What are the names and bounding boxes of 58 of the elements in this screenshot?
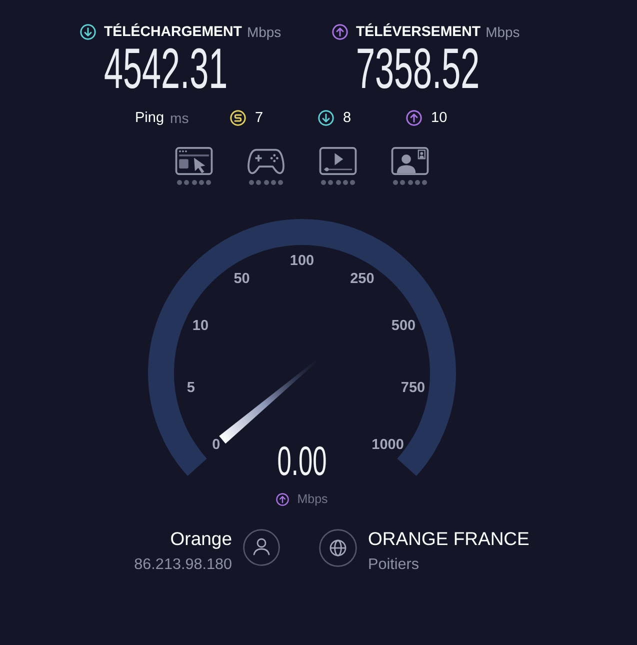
rating-dot <box>278 180 284 185</box>
gauge-tick-label: 1000 <box>372 436 404 453</box>
ping-unit: ms <box>170 110 189 126</box>
rating-dot <box>248 180 254 185</box>
rating-dot <box>336 180 340 185</box>
rating-dot <box>270 180 276 185</box>
rating-dot <box>206 180 212 185</box>
speed-value: 4542.31 <box>104 41 228 97</box>
gauge-tick-label: 5 <box>186 380 195 396</box>
rating-dot <box>198 180 204 185</box>
rating-dot <box>192 180 196 185</box>
rating-dot <box>342 180 348 185</box>
rating-dot <box>422 180 428 185</box>
rating-dot <box>264 180 268 185</box>
rating-dot <box>408 180 412 185</box>
globe-icon <box>319 529 357 567</box>
gauge-tick-label: 500 <box>391 318 416 334</box>
ping-value: 10 <box>431 110 448 126</box>
rating-dot <box>184 180 190 185</box>
video-player-icon <box>319 147 357 175</box>
ping-value: 8 <box>343 110 352 126</box>
ping-label: Ping <box>135 110 164 126</box>
rating-dot <box>256 180 262 185</box>
result-label: TÉLÉVERSEMENT <box>356 24 481 40</box>
ping-icon <box>230 110 246 126</box>
server-location: Poitiers <box>368 556 420 574</box>
server-name: ORANGE FRANCE <box>368 529 530 549</box>
gauge-unit: Mbps <box>297 492 328 506</box>
arrow-up-circle-icon <box>406 110 422 126</box>
speed-value: 7358.52 <box>356 41 480 97</box>
browser-cursor-icon <box>175 147 213 175</box>
ping-value: 7 <box>255 110 264 126</box>
video-call-icon <box>391 147 429 175</box>
gauge-reading: 0.00 <box>277 440 327 482</box>
rating-dot <box>176 180 182 185</box>
gauge-tick-label: 250 <box>350 270 374 287</box>
gauge-tick-label: 10 <box>192 318 209 334</box>
isp-name: Orange <box>170 529 232 549</box>
unit-label: Mbps <box>246 24 282 40</box>
gauge-tick-label: 0 <box>212 436 220 453</box>
gauge-tick-label: 750 <box>400 380 426 396</box>
rating-dot <box>320 180 326 185</box>
unit-label: Mbps <box>486 24 520 40</box>
user-icon <box>243 529 280 566</box>
arrow-down-circle-icon <box>80 24 96 40</box>
rating-dot <box>414 180 420 185</box>
rating-dot <box>400 180 406 185</box>
rating-dot <box>392 180 398 185</box>
arrow-down-circle-icon <box>318 110 334 126</box>
arrow-up-circle-icon <box>276 492 290 506</box>
gauge-tick-label: 100 <box>290 253 314 269</box>
arrow-up-circle-icon <box>332 24 348 40</box>
gauge-tick-label: 50 <box>234 270 250 287</box>
rating-dot <box>350 180 356 185</box>
ip-address: 86.213.98.180 <box>134 556 232 574</box>
rating-dot <box>328 180 334 185</box>
gamepad-icon <box>247 147 285 175</box>
result-label: TÉLÉCHARGEMENT <box>104 24 242 40</box>
